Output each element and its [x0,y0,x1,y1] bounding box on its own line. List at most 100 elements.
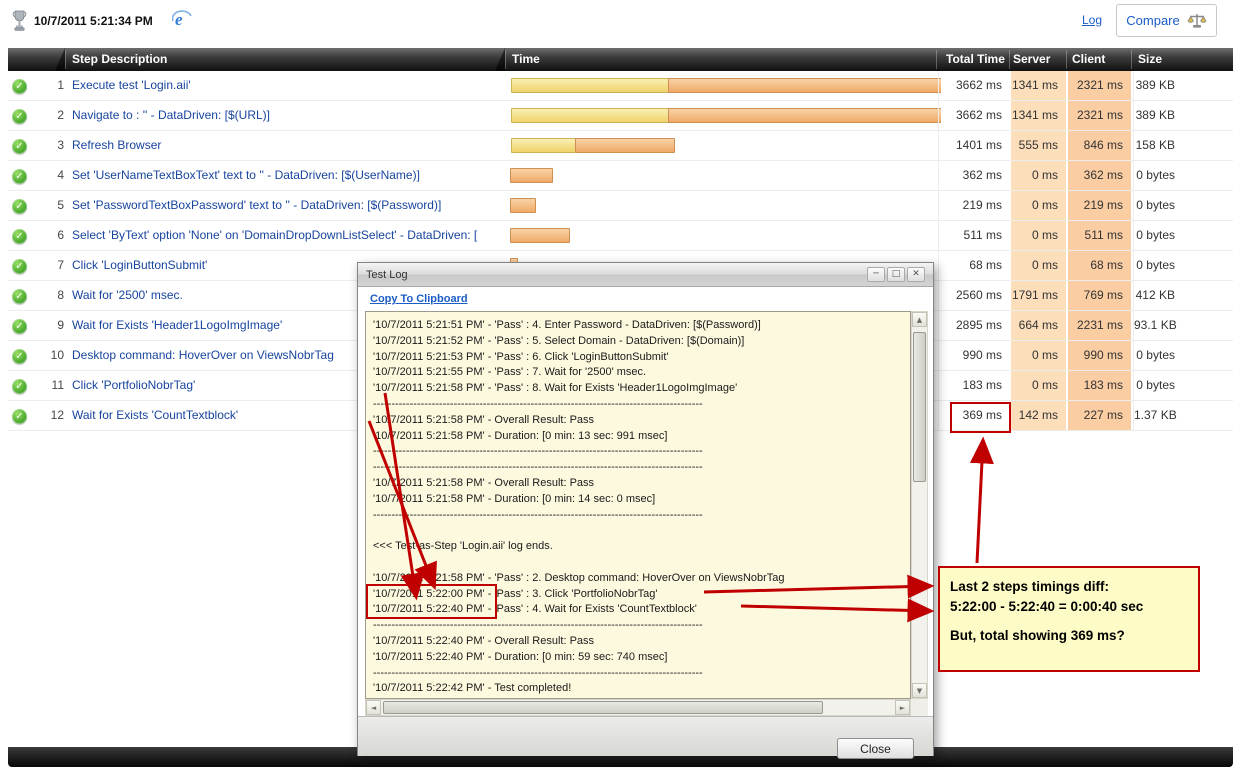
server-time-value: 0 ms [1011,341,1066,370]
client-time-value: 769 ms [1068,281,1131,310]
total-time-value: 68 ms [938,251,1010,280]
log-line: ----------------------------------------… [373,666,703,679]
server-time-value: 1341 ms [1011,71,1066,100]
compare-button[interactable]: Compare [1116,4,1217,37]
log-line: '10/7/2011 5:22:40 PM' - Duration: [0 mi… [373,650,668,663]
client-time-value: 846 ms [1068,131,1131,160]
table-row[interactable]: ✓ 1 Execute test 'Login.aii' 3662 ms 134… [8,71,1233,101]
log-line: '10/7/2011 5:21:58 PM' - Duration: [0 mi… [373,429,668,442]
column-separator [1009,50,1010,69]
step-description[interactable]: Execute test 'Login.aii' [72,71,500,100]
client-time-bar [668,108,941,123]
log-line: ----------------------------------------… [373,461,703,474]
client-time-bar [510,228,570,243]
dialog-titlebar[interactable]: Test Log ─ □ ✕ [358,263,933,287]
pass-check-icon: ✓ [12,199,27,214]
time-bar-cell [505,101,941,130]
column-separator [65,50,66,69]
server-time-bar [511,138,576,153]
size-value: 0 bytes [1133,341,1233,370]
pass-check-icon: ✓ [12,319,27,334]
client-time-value: 68 ms [1068,251,1131,280]
step-status-cell: ✓ [12,341,36,370]
column-header-time[interactable]: Time [512,48,540,71]
maximize-button[interactable]: □ [887,267,905,282]
client-time-value: 2321 ms [1068,101,1131,130]
step-description[interactable]: Select 'ByText' option 'None' on 'Domain… [72,221,500,250]
annotation-note: Last 2 steps timings diff: 5:22:00 - 5:2… [938,566,1200,672]
dialog-footer: Close [358,716,933,759]
log-line: '10/7/2011 5:21:53 PM' - 'Pass' : 6. Cli… [373,350,669,363]
column-header-client[interactable]: Client [1072,48,1105,71]
column-header-size[interactable]: Size [1138,48,1162,71]
server-time-value: 555 ms [1011,131,1066,160]
table-row[interactable]: ✓ 3 Refresh Browser 1401 ms 555 ms 846 m… [8,131,1233,161]
note-line-1: Last 2 steps timings diff: [950,579,1110,594]
log-line: '10/7/2011 5:21:58 PM' - Duration: [0 mi… [373,492,656,505]
scroll-left-button[interactable]: ◄ [366,700,381,715]
table-row[interactable]: ✓ 5 Set 'PasswordTextBoxPassword' text t… [8,191,1233,221]
column-separator [936,50,937,69]
size-value: 1.37 KB [1133,401,1233,430]
step-status-cell: ✓ [12,221,36,250]
log-text: '10/7/2011 5:21:51 PM' - 'Pass' : 4. Ent… [365,311,911,699]
step-description[interactable]: Refresh Browser [72,131,500,160]
log-viewport: '10/7/2011 5:21:51 PM' - 'Pass' : 4. Ent… [365,311,928,716]
minimize-button[interactable]: ─ [867,267,885,282]
close-button[interactable]: Close [837,738,914,759]
server-time-value: 142 ms [1011,401,1066,430]
step-description[interactable]: Set 'UserNameTextBoxText' text to '' - D… [72,161,500,190]
step-number: 6 [57,228,64,242]
size-value: 412 KB [1133,281,1233,310]
total-time-value: 183 ms [938,371,1010,400]
scroll-down-button[interactable]: ▼ [912,683,927,698]
step-status-cell: ✓ [12,191,36,220]
scroll-up-button[interactable]: ▲ [912,312,927,327]
server-time-value: 0 ms [1011,221,1066,250]
client-time-value: 183 ms [1068,371,1131,400]
highlight-box-total-time [950,402,1011,433]
vertical-scroll-thumb[interactable] [913,332,926,482]
table-row[interactable]: ✓ 2 Navigate to : '' - DataDriven: [$(UR… [8,101,1233,131]
table-header: Step Description Time Total Time Server … [8,48,1233,71]
step-number: 8 [57,288,64,302]
scroll-right-button[interactable]: ► [895,700,910,715]
horizontal-scroll-thumb[interactable] [383,701,823,714]
log-link[interactable]: Log [1082,13,1102,27]
copy-to-clipboard-link[interactable]: Copy To Clipboard [370,293,468,305]
client-time-value: 362 ms [1068,161,1131,190]
pass-check-icon: ✓ [12,229,27,244]
size-value: 0 bytes [1133,371,1233,400]
pass-check-icon: ✓ [12,109,27,124]
step-number: 10 [50,348,64,362]
close-window-icon[interactable]: ✕ [907,267,925,282]
size-value: 93.1 KB [1133,311,1233,340]
client-time-value: 990 ms [1068,341,1131,370]
pass-check-icon: ✓ [12,139,27,154]
log-line: ----------------------------------------… [373,445,703,458]
column-separator [505,50,506,69]
total-time-value: 2895 ms [938,311,1010,340]
server-time-value: 1791 ms [1011,281,1066,310]
step-description[interactable]: Set 'PasswordTextBoxPassword' text to ''… [72,191,500,220]
vertical-scrollbar[interactable]: ▲ ▼ [911,311,928,699]
step-status-cell: ✓ [12,371,36,400]
horizontal-scrollbar[interactable]: ◄ ► [365,699,911,716]
time-bar-cell [505,191,941,220]
client-time-value: 227 ms [1068,401,1131,430]
trophy-icon [12,10,27,38]
pass-check-icon: ✓ [12,379,27,394]
header-notch [55,48,65,71]
column-header-step[interactable]: Step Description [72,48,167,71]
column-header-total[interactable]: Total Time [946,48,1005,71]
table-row[interactable]: ✓ 6 Select 'ByText' option 'None' on 'Do… [8,221,1233,251]
client-time-bar [510,198,536,213]
column-header-server[interactable]: Server [1013,48,1050,71]
step-description[interactable]: Navigate to : '' - DataDriven: [$(URL)] [72,101,500,130]
log-line: ----------------------------------------… [373,508,703,521]
total-time-value: 511 ms [938,221,1010,250]
column-separator [1131,50,1132,69]
table-row[interactable]: ✓ 4 Set 'UserNameTextBoxText' text to ''… [8,161,1233,191]
